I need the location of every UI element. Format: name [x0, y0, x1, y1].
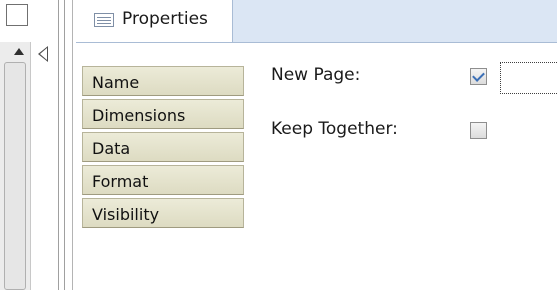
category-data[interactable]: Data [82, 132, 244, 162]
new-page-label: New Page: [271, 65, 361, 85]
scroll-up-arrow-icon[interactable] [14, 48, 24, 55]
category-format[interactable]: Format [82, 165, 244, 195]
properties-icon [94, 13, 114, 27]
new-page-checkbox[interactable] [470, 68, 487, 85]
category-label: Format [92, 172, 149, 191]
category-label: Name [92, 73, 140, 92]
keep-together-checkbox[interactable] [470, 122, 487, 139]
divider [64, 0, 65, 290]
keep-together-label: Keep Together: [271, 119, 398, 139]
category-label: Visibility [92, 205, 160, 224]
category-list: Name Dimensions Data Format Visibility [82, 66, 244, 231]
restore-box-icon[interactable] [6, 4, 28, 26]
category-label: Dimensions [92, 106, 186, 125]
collapse-arrow-icon[interactable] [38, 46, 48, 62]
divider [72, 0, 73, 290]
scrollbar-thumb[interactable] [4, 62, 26, 290]
tab-properties[interactable]: Properties [76, 0, 233, 42]
focus-rectangle [500, 62, 557, 94]
category-name[interactable]: Name [82, 66, 244, 96]
divider [58, 0, 59, 290]
category-visibility[interactable]: Visibility [82, 198, 244, 228]
tab-properties-label: Properties [122, 9, 208, 29]
category-dimensions[interactable]: Dimensions [82, 99, 244, 129]
category-label: Data [92, 139, 131, 158]
